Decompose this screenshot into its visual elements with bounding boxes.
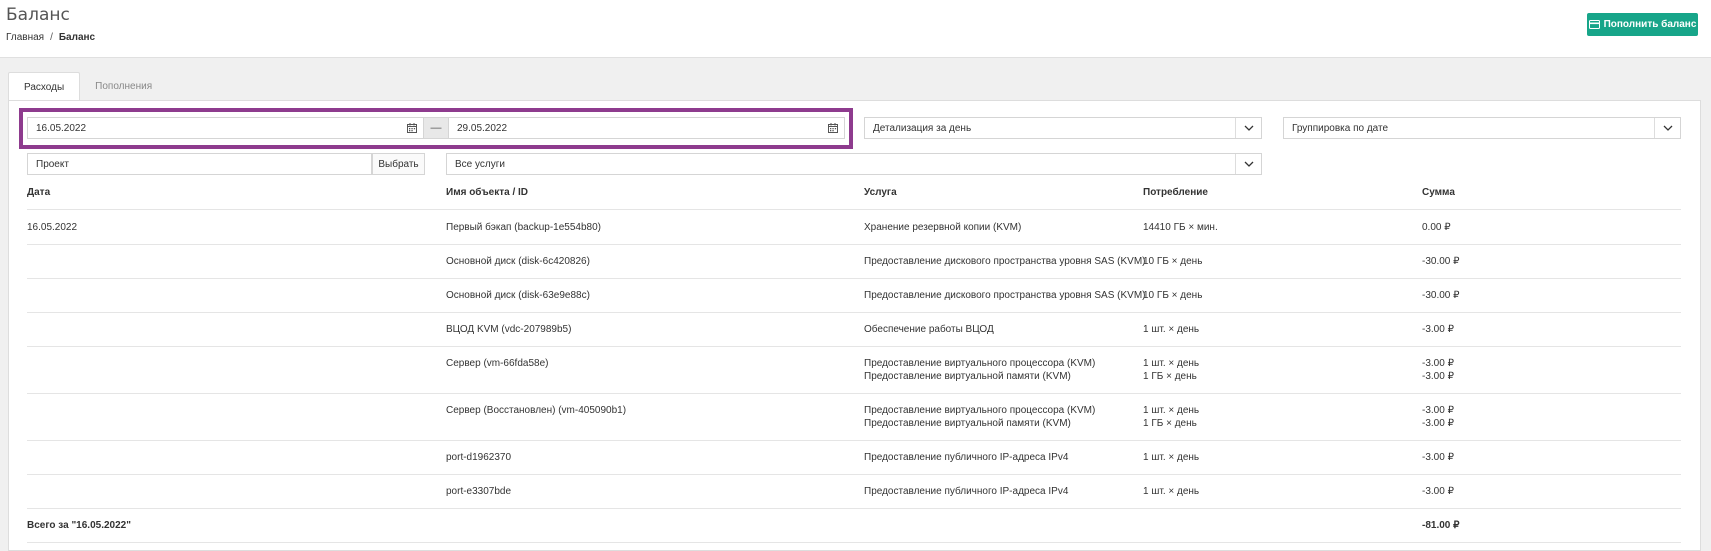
table-row-service: Предоставление виртуального процессора (… [864,358,1096,369]
table-row-object: Основной диск (disk-6c420826) [446,256,590,267]
date-from-value: 16.05.2022 [36,122,87,134]
table-row-amount: -3.00 ₽ [1422,358,1454,369]
table-row-service: Обеспечение работы ВЦОД [864,324,994,335]
tabs: Расходы Пополнения [8,72,167,101]
column-header-object: Имя объекта / ID [446,187,529,198]
services-select[interactable]: Все услуги [446,153,1262,175]
table-row-amount: -3.00 ₽ [1422,324,1454,335]
select-project-button[interactable]: Выбрать [372,153,425,175]
detail-select-value: Детализация за день [873,122,972,134]
column-header-service: Услуга [864,187,897,198]
breadcrumb: Главная / Баланс [6,32,95,43]
table-row-object: port-e3307bde [446,486,512,497]
header-divider [27,209,1681,210]
row-divider [27,278,1681,279]
breadcrumb-current: Баланс [58,32,96,43]
chevron-down-icon [1654,118,1680,138]
table-row-usage: 1 ГБ × день [1143,371,1197,382]
row-divider [27,393,1681,394]
table-row-object: ВЦОД KVM (vdc-207989b5) [446,324,572,335]
chevron-down-icon [1235,118,1261,138]
table-row-service: Предоставление публичного IP-адреса IPv4 [864,486,1069,497]
breadcrumb-home-link[interactable]: Главная [6,32,44,43]
table-row-service: Предоставление виртуальной памяти (KVM) [864,371,1071,382]
topup-balance-label: Пополнить баланс [1603,19,1697,30]
page-title: Баланс [6,5,70,25]
row-divider [27,440,1681,441]
tab-topups[interactable]: Пополнения [80,72,167,101]
table-row-amount: -3.00 ₽ [1422,486,1454,497]
date-from-field[interactable]: 16.05.2022 [27,117,424,139]
table-row-service: Предоставление дискового пространства ур… [864,256,1146,267]
row-divider [27,508,1681,509]
topup-balance-button[interactable]: Пополнить баланс [1587,13,1698,36]
grouping-select-value: Группировка по дате [1292,122,1389,134]
table-row-usage: 1 ГБ × день [1143,418,1197,429]
date-to-value: 29.05.2022 [457,122,508,134]
table-row-service: Предоставление виртуального процессора (… [864,405,1096,416]
table-row-amount: -3.00 ₽ [1422,371,1454,382]
chevron-down-icon [1235,154,1261,174]
column-header-usage: Потребление [1143,187,1208,198]
table-row-object: Основной диск (disk-63e9e88c) [446,290,590,301]
wallet-icon [1588,20,1600,29]
table-row-usage: 1 шт. × день [1143,324,1200,335]
row-divider [27,244,1681,245]
tab-expenses[interactable]: Расходы [8,72,81,101]
table-row-object: Первый бэкап (backup-1e554b80) [446,222,601,233]
table-row-usage: 1 шт. × день [1143,452,1200,463]
table-row-usage: 1 шт. × день [1143,405,1200,416]
total-label: Всего за "16.05.2022" [27,520,131,531]
table-date-cell: 16.05.2022 [27,222,78,233]
date-range-separator: — [424,117,448,139]
table-row-service: Предоставление публичного IP-адреса IPv4 [864,452,1069,463]
calendar-icon[interactable] [822,118,844,138]
table-row-usage: 1 шт. × день [1143,486,1200,497]
page-header: Баланс Главная / Баланс Пополнить баланс [0,0,1711,58]
services-select-value: Все услуги [455,158,505,170]
project-input[interactable]: Проект [27,153,372,175]
detail-select[interactable]: Детализация за день [864,117,1262,139]
row-divider [27,312,1681,313]
table-row-usage: 1 шт. × день [1143,358,1200,369]
breadcrumb-separator: / [50,32,53,43]
total-amount: -81.00 ₽ [1422,520,1460,531]
column-header-amount: Сумма [1422,187,1455,198]
total-divider [27,542,1681,543]
table-row-amount: -3.00 ₽ [1422,405,1454,416]
table-row-usage: 14410 ГБ × мин. [1143,222,1218,233]
table-row-usage: 10 ГБ × день [1143,290,1203,301]
table-row-service: Предоставление дискового пространства ур… [864,290,1146,301]
table-row-object: port-d1962370 [446,452,512,463]
row-divider [27,474,1681,475]
table-row-service: Хранение резервной копии (KVM) [864,222,1022,233]
grouping-select[interactable]: Группировка по дате [1283,117,1681,139]
table-row-amount: -3.00 ₽ [1422,418,1454,429]
date-to-field[interactable]: 29.05.2022 [448,117,845,139]
table-row-usage: 10 ГБ × день [1143,256,1203,267]
table-row-object: Сервер (vm-66fda58e) [446,358,549,369]
table-row-service: Предоставление виртуальной памяти (KVM) [864,418,1071,429]
project-input-placeholder: Проект [36,158,69,170]
calendar-icon[interactable] [401,118,423,138]
table-row-amount: -30.00 ₽ [1422,256,1460,267]
row-divider [27,346,1681,347]
table-row-amount: -3.00 ₽ [1422,452,1454,463]
table-row-amount: -30.00 ₽ [1422,290,1460,301]
table-row-object: Сервер (Восстановлен) (vm-405090b1) [446,405,627,416]
table-row-amount: 0.00 ₽ [1422,222,1451,233]
column-header-date: Дата [27,187,51,198]
